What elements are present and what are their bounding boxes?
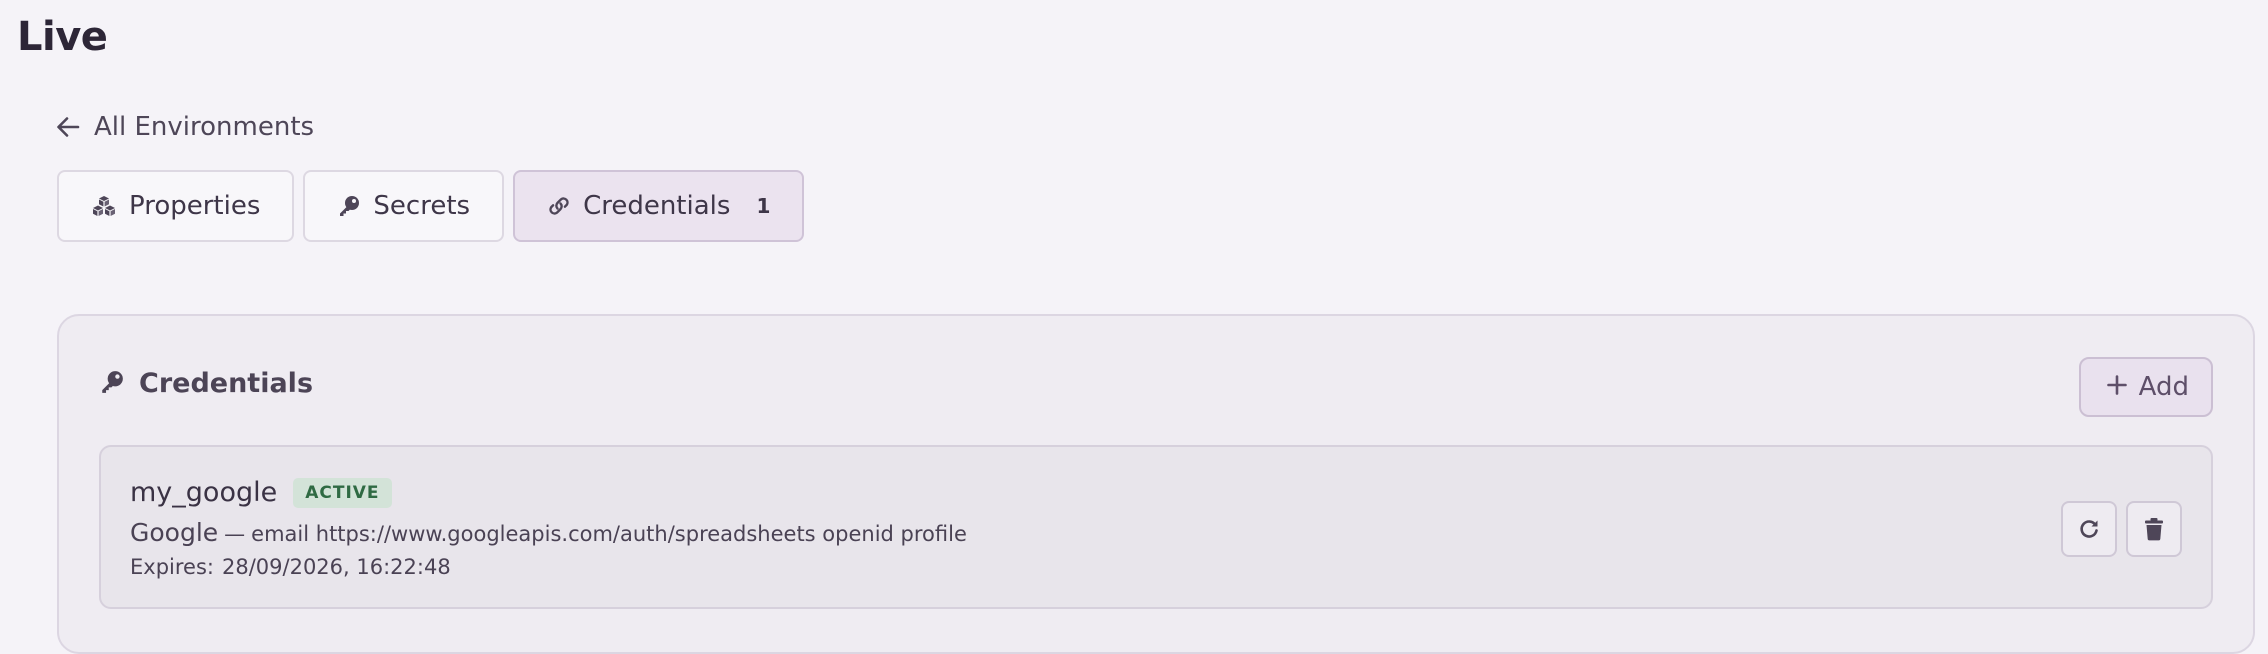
tab-credentials-label: Credentials bbox=[583, 191, 731, 221]
tab-secrets-label: Secrets bbox=[373, 191, 471, 221]
credential-provider: Google bbox=[130, 518, 219, 547]
add-credential-button[interactable]: Add bbox=[2078, 357, 2213, 417]
tab-properties-label: Properties bbox=[129, 191, 261, 221]
credential-name-row: my_google ACTIVE bbox=[130, 477, 392, 508]
add-button-label: Add bbox=[2138, 372, 2189, 402]
credential-card: my_google ACTIVE Google — email https://… bbox=[99, 445, 2213, 609]
credential-description: Google — email https://www.googleapis.co… bbox=[130, 518, 967, 547]
tab-secrets[interactable]: Secrets bbox=[303, 170, 505, 242]
refresh-icon bbox=[2078, 518, 2100, 540]
credentials-panel-header: Credentials bbox=[99, 368, 313, 399]
back-to-all-environments-link[interactable]: All Environments bbox=[56, 112, 314, 142]
credential-separator: — bbox=[224, 522, 246, 546]
credentials-panel-title: Credentials bbox=[139, 368, 314, 399]
plus-icon bbox=[2106, 372, 2127, 402]
expires-value: 28/09/2026, 16:22:48 bbox=[221, 555, 451, 579]
credential-scopes: email https://www.googleapis.com/auth/sp… bbox=[251, 522, 967, 546]
credential-expiry: Expires: 28/09/2026, 16:22:48 bbox=[130, 555, 451, 579]
key-icon bbox=[337, 194, 361, 218]
tab-properties[interactable]: Properties bbox=[57, 170, 295, 242]
credential-name: my_google bbox=[130, 477, 278, 508]
trash-icon bbox=[2143, 517, 2165, 541]
back-link-label: All Environments bbox=[94, 112, 315, 142]
refresh-credential-button[interactable] bbox=[2061, 501, 2117, 557]
credential-actions bbox=[2061, 501, 2182, 557]
link-icon bbox=[547, 195, 571, 217]
page-title: Live bbox=[17, 14, 108, 60]
expires-label: Expires: bbox=[130, 555, 214, 579]
environment-tabs: Properties Secrets Credentials 1 bbox=[57, 170, 805, 242]
status-badge: ACTIVE bbox=[293, 477, 392, 508]
credentials-panel: Credentials Add my_google ACTIVE Google … bbox=[57, 314, 2255, 654]
credentials-count-badge: 1 bbox=[756, 194, 771, 218]
key-icon bbox=[99, 369, 125, 399]
tab-credentials[interactable]: Credentials 1 bbox=[513, 170, 805, 242]
arrow-left-icon bbox=[56, 116, 80, 138]
delete-credential-button[interactable] bbox=[2126, 501, 2182, 557]
cubes-icon bbox=[91, 195, 117, 217]
